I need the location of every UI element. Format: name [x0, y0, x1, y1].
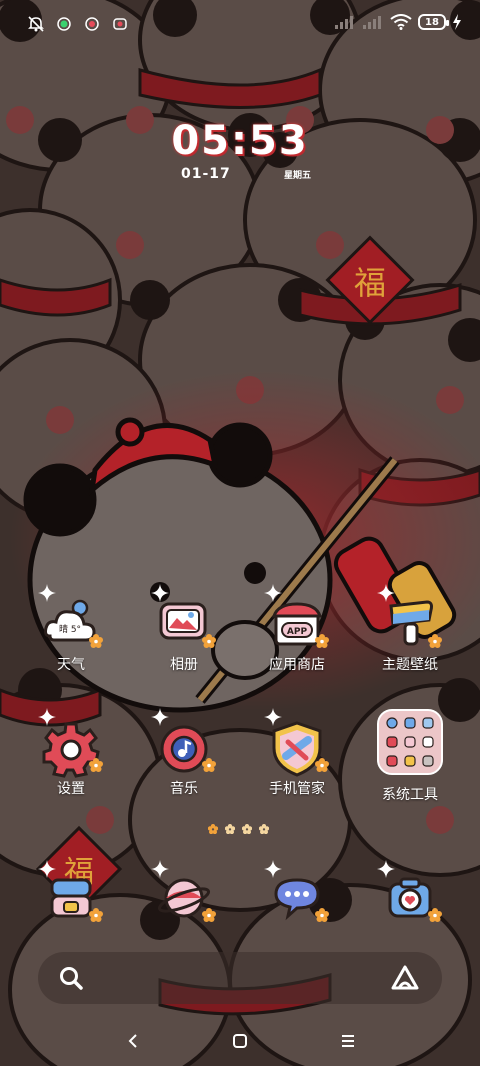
app-store[interactable]: APP 应用商店 [242, 584, 352, 706]
green-dot-icon [54, 14, 74, 34]
wifi-icon [390, 14, 412, 30]
dock-app-messages[interactable] [242, 860, 352, 932]
flower-icon [315, 634, 329, 648]
app-label: 天气 [57, 657, 85, 673]
flower-icon [89, 908, 103, 922]
app-label: 手机管家 [269, 781, 325, 797]
notif-icon-2 [110, 14, 130, 34]
search-bar[interactable] [38, 952, 442, 1004]
battery-icon: 18 [418, 14, 449, 30]
app-weather[interactable]: 晴 5° 天气 [16, 584, 126, 706]
navigation-bar [0, 1016, 480, 1066]
notif-icon [82, 14, 102, 34]
app-label: 相册 [170, 657, 198, 673]
clock-date: 01-17 [181, 166, 231, 182]
app-gallery[interactable]: 相册 [129, 584, 239, 706]
flower-icon [202, 908, 216, 922]
flower-icon [89, 634, 103, 648]
dock-app-game[interactable] [16, 860, 126, 932]
folder-system-tools[interactable]: 系统工具 [355, 706, 465, 816]
flower-icon [202, 758, 216, 772]
clock-widget[interactable]: 05:53 01-17 星期五 [0, 118, 480, 182]
page-dot-active [208, 824, 218, 834]
back-icon [128, 1034, 137, 1048]
system-tools-folder-icon [377, 709, 443, 775]
clock-time: 05:53 [171, 118, 309, 164]
dock-app-browser[interactable] [129, 860, 239, 932]
app-label: 系统工具 [382, 787, 438, 803]
app-label: 应用商店 [269, 657, 325, 673]
menu-icon [342, 1035, 354, 1047]
search-icon[interactable] [58, 965, 84, 991]
signal-icon [335, 16, 353, 29]
page-dot [225, 824, 235, 834]
page-dot [259, 824, 269, 834]
app-label: 设置 [57, 781, 85, 797]
svg-text:APP: APP [287, 627, 308, 637]
dock-app-camera[interactable] [355, 860, 465, 932]
app-security[interactable]: 手机管家 [242, 708, 352, 830]
flower-icon [89, 758, 103, 772]
page-dot [242, 824, 252, 834]
flower-icon [428, 908, 442, 922]
flower-icon [315, 908, 329, 922]
app-label: 主题壁纸 [382, 657, 438, 673]
charging-icon [453, 14, 461, 30]
page-indicator [208, 824, 269, 834]
assistant-icon[interactable] [390, 964, 420, 992]
bell-off-icon [26, 14, 46, 34]
battery-level: 18 [425, 16, 439, 28]
app-themes[interactable]: 主题壁纸 [355, 584, 465, 706]
flower-icon [202, 634, 216, 648]
signal-icon-2 [363, 16, 381, 29]
svg-text:福: 福 [354, 264, 386, 302]
app-music[interactable]: 音乐 [129, 708, 239, 830]
recents-button[interactable] [335, 1028, 361, 1054]
flower-icon [428, 634, 442, 648]
clock-weekday: 星期五 [283, 171, 311, 181]
flower-icon [315, 758, 329, 772]
status-bar: 18 [0, 0, 480, 50]
app-settings[interactable]: 设置 [16, 708, 126, 830]
home-button[interactable] [227, 1028, 253, 1054]
weather-badge: 晴 5° [59, 623, 81, 635]
home-icon [233, 1034, 247, 1048]
back-button[interactable] [120, 1028, 146, 1054]
app-label: 音乐 [170, 781, 198, 797]
